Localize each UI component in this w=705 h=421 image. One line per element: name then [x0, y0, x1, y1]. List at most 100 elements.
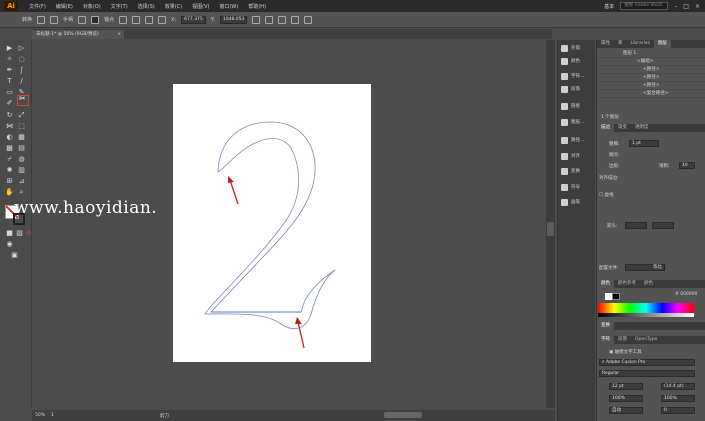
dock-symbols[interactable]: 符号: [561, 181, 595, 193]
layer-row[interactable]: <路径>: [597, 66, 705, 74]
limit-field[interactable]: 10: [679, 162, 695, 169]
tab-transform[interactable]: 变换: [597, 322, 614, 330]
none-mode-icon[interactable]: ⊘: [24, 229, 33, 237]
document-tab[interactable]: 未标题-1* @ 50% (RGB/预览) ×: [32, 30, 124, 39]
workspace-switcher[interactable]: 基本: [604, 3, 614, 10]
line-tool-icon[interactable]: /: [17, 77, 26, 85]
dock-brushes[interactable]: 画笔: [561, 196, 595, 208]
layer-row[interactable]: <复合路径>: [597, 90, 705, 98]
vertical-scroll-thumb[interactable]: [547, 222, 554, 236]
zoom-level[interactable]: 50%: [35, 413, 45, 418]
menu-type[interactable]: 文字(T): [106, 3, 133, 10]
convert-corner-icon[interactable]: [37, 15, 46, 24]
hand-tool-icon[interactable]: ✋: [5, 188, 14, 196]
scissors-tool-highlight[interactable]: ✂: [17, 94, 29, 106]
profile-select[interactable]: 等比: [625, 264, 665, 271]
grayscale-ramp[interactable]: [598, 313, 694, 317]
x-coordinate-field[interactable]: 677.375: [181, 15, 206, 24]
dock-transform[interactable]: 变换: [561, 165, 595, 177]
stroke-weight-field[interactable]: 1 pt: [629, 140, 659, 147]
shaper-tool-icon[interactable]: ✐: [5, 99, 14, 107]
dock-links[interactable]: 链接: [561, 100, 595, 112]
hide-handles-icon[interactable]: [91, 15, 100, 24]
font-style-select[interactable]: Regular: [599, 370, 695, 377]
layer-row[interactable]: <路径>: [597, 82, 705, 90]
dock-character[interactable]: 字符...: [561, 70, 595, 82]
color-spectrum[interactable]: [598, 303, 694, 313]
screen-mode-icon[interactable]: ▣: [10, 251, 19, 259]
free-transform-tool-icon[interactable]: ⬚: [17, 122, 26, 130]
tab-character[interactable]: 字符: [597, 336, 614, 344]
align-left-icon[interactable]: [278, 15, 287, 24]
tab-color-2[interactable]: 颜色: [640, 280, 657, 288]
direct-selection-tool-icon[interactable]: ▷: [17, 44, 26, 52]
close-icon[interactable]: ×: [695, 3, 700, 10]
shape-builder-tool-icon[interactable]: ◐: [5, 133, 14, 141]
kerning-field[interactable]: 自动: [609, 407, 643, 414]
tab-layers[interactable]: 图层: [653, 40, 671, 48]
tab-properties[interactable]: 属性: [597, 40, 614, 48]
minimize-icon[interactable]: –: [674, 3, 677, 10]
font-family-select[interactable]: ⌕ Adobe Caslon Pro: [599, 359, 695, 366]
tab-stroke[interactable]: 描边: [597, 124, 614, 132]
blend-tool-icon[interactable]: ◍: [17, 155, 26, 163]
dock-paragraph[interactable]: 段落: [561, 83, 595, 95]
align-right-icon[interactable]: [304, 15, 313, 24]
document-close-icon[interactable]: ×: [117, 30, 121, 39]
width-tool-icon[interactable]: ⋈: [5, 122, 14, 130]
menu-window[interactable]: 窗口(W): [214, 3, 243, 10]
tab-color[interactable]: 颜色: [597, 280, 614, 288]
artboard-number[interactable]: 1: [51, 413, 54, 418]
perspective-grid-tool-icon[interactable]: ▦: [17, 133, 26, 141]
dock-pathfinder[interactable]: 路径...: [561, 134, 595, 146]
dashed-line-checkbox[interactable]: ☐ 虚线: [599, 192, 613, 198]
magic-wand-tool-icon[interactable]: ✧: [5, 55, 14, 63]
artboard[interactable]: [173, 84, 371, 362]
layer-row[interactable]: <路径>: [597, 74, 705, 82]
dock-layers[interactable]: 图层...: [561, 116, 595, 128]
rectangle-tool-icon[interactable]: ▭: [5, 88, 14, 96]
tab-libraries-cn[interactable]: 库: [614, 40, 627, 48]
layer-row[interactable]: <编组>: [597, 58, 705, 66]
slice-tool-icon[interactable]: ⊿: [17, 177, 26, 185]
vertical-scale-field[interactable]: 100%: [609, 395, 643, 402]
rotate-tool-icon[interactable]: ↻: [5, 111, 14, 119]
eyedropper-tool-icon[interactable]: ⌿: [5, 155, 14, 163]
lasso-tool-icon[interactable]: ◌: [17, 55, 26, 63]
remove-anchor-icon[interactable]: [119, 15, 128, 24]
column-graph-tool-icon[interactable]: ▥: [17, 166, 26, 174]
zoom-tool-icon[interactable]: ⌕: [17, 188, 26, 196]
arrow-end-select[interactable]: [652, 222, 674, 229]
transform-icon[interactable]: [252, 15, 261, 24]
color-stroke-swatch[interactable]: [612, 293, 620, 300]
glyph-two-outline[interactable]: [173, 84, 371, 362]
tracking-field[interactable]: 0: [661, 407, 695, 414]
align-icon[interactable]: [145, 15, 154, 24]
reference-point-icon[interactable]: [158, 15, 167, 24]
y-coordinate-field[interactable]: 1048.053: [219, 15, 248, 24]
dock-align[interactable]: 对齐: [561, 150, 595, 162]
dock-color[interactable]: 颜色: [561, 55, 595, 67]
menu-object[interactable]: 对象(O): [78, 3, 106, 10]
color-mode-icon[interactable]: ■: [5, 229, 14, 237]
tab-paragraph[interactable]: 段落: [614, 336, 631, 344]
dock-appearance[interactable]: 外观: [561, 42, 595, 54]
horizontal-scroll-thumb[interactable]: [384, 412, 422, 418]
maximize-icon[interactable]: □: [683, 3, 689, 10]
leading-field[interactable]: (14.4 pt): [661, 383, 695, 390]
type-tool-icon[interactable]: T: [5, 77, 14, 85]
gradient-mode-icon[interactable]: ▧: [15, 229, 24, 237]
symbol-sprayer-tool-icon[interactable]: ✺: [5, 166, 14, 174]
menu-view[interactable]: 视图(V): [187, 3, 214, 10]
tab-gradient[interactable]: 渐变: [614, 124, 631, 132]
layer-row[interactable]: 图层 1: [597, 50, 705, 58]
tab-opentype[interactable]: OpenType: [631, 336, 661, 344]
cut-path-icon[interactable]: [132, 15, 141, 24]
menu-edit[interactable]: 编辑(E): [51, 3, 78, 10]
horizontal-scale-field[interactable]: 100%: [661, 395, 695, 402]
convert-smooth-icon[interactable]: [50, 15, 59, 24]
tab-transparency[interactable]: 透明度: [631, 124, 653, 132]
scale-tool-icon[interactable]: ⤢: [17, 111, 26, 119]
tab-libraries[interactable]: Libraries: [627, 40, 654, 48]
selection-tool-icon[interactable]: ▶: [5, 44, 14, 52]
